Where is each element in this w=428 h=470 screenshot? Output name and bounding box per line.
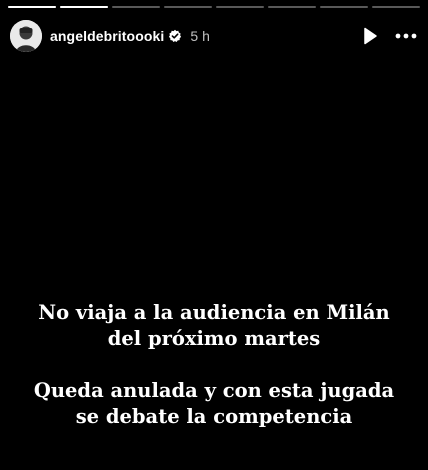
story-progress-bar: [8, 6, 420, 8]
progress-segment: [112, 6, 160, 8]
progress-segment: [164, 6, 212, 8]
progress-segment: [320, 6, 368, 8]
progress-segment: [216, 6, 264, 8]
story-header: angeldebritoooki 5 h: [10, 20, 418, 52]
caption-paragraph-1: No viaja a la audiencia en Milán del pró…: [38, 301, 390, 350]
username[interactable]: angeldebritoooki: [50, 28, 164, 44]
progress-segment-fill: [60, 6, 108, 8]
play-icon[interactable]: [358, 24, 382, 48]
progress-segment: [8, 6, 56, 8]
more-icon[interactable]: [394, 24, 418, 48]
progress-segment-fill: [8, 6, 56, 8]
profile-photo-icon: [10, 20, 42, 52]
progress-segment: [372, 6, 420, 8]
verified-badge-icon: [168, 29, 182, 43]
story-viewer[interactable]: angeldebritoooki 5 h No viaja a la audie…: [0, 0, 428, 470]
progress-segment: [268, 6, 316, 8]
story-timestamp: 5 h: [190, 28, 210, 44]
story-caption: No viaja a la audiencia en Milán del pró…: [0, 300, 428, 430]
caption-paragraph-2: Queda anulada y con esta jugada se debat…: [33, 379, 395, 428]
avatar[interactable]: [10, 20, 42, 52]
progress-segment: [60, 6, 108, 8]
